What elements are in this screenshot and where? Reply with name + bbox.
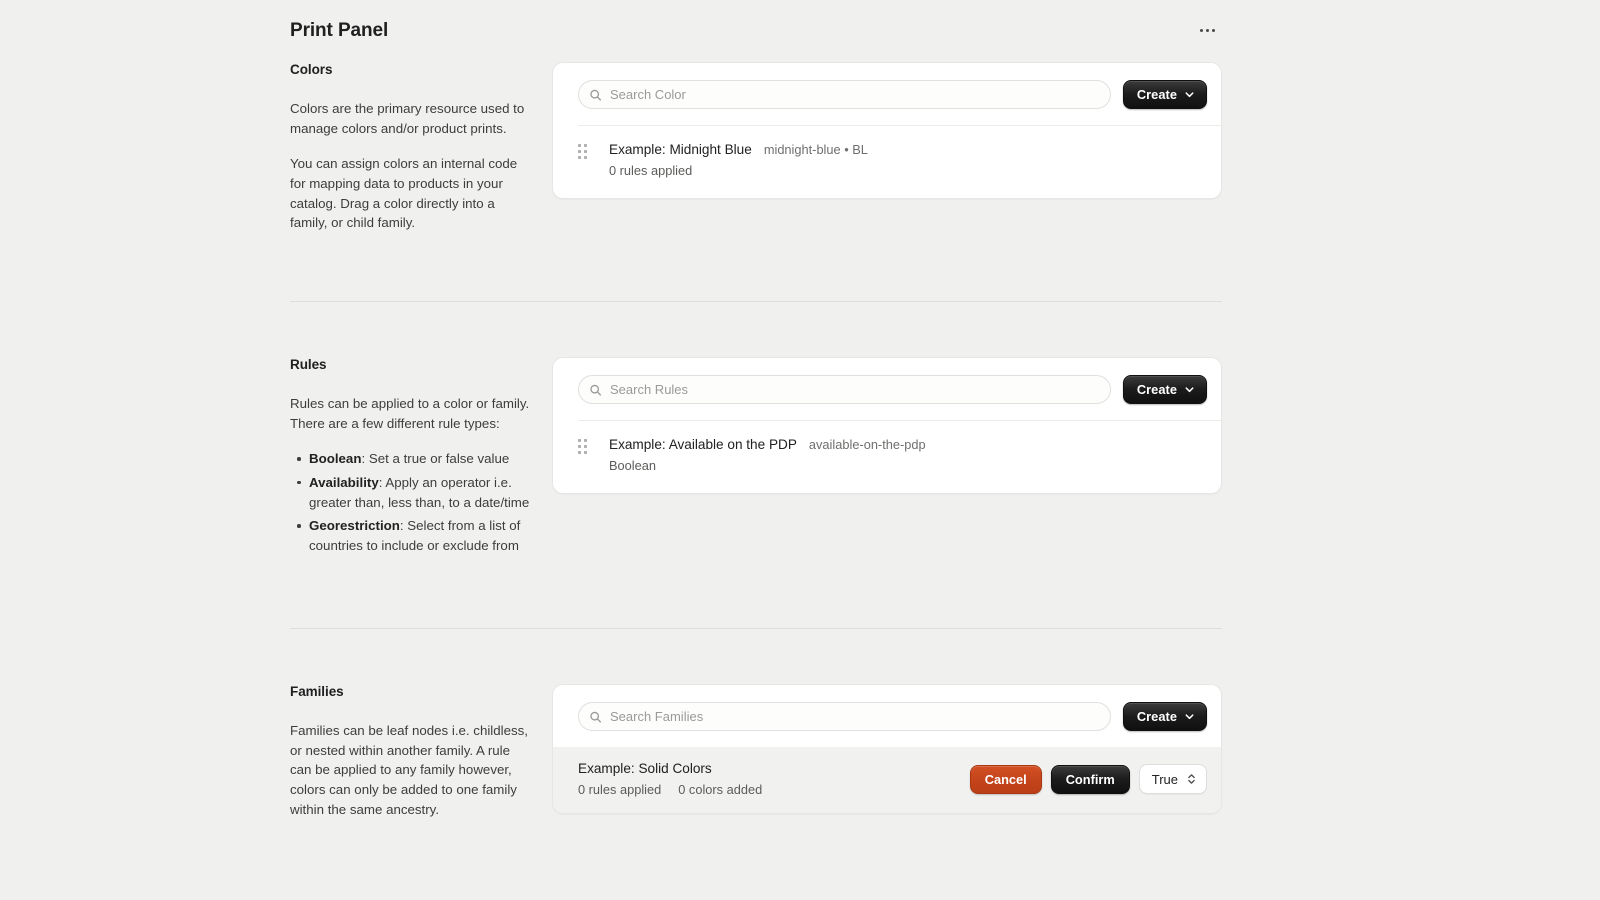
search-input-families[interactable] xyxy=(578,702,1111,731)
family-rules-count: 0 rules applied xyxy=(578,782,662,797)
section-rules-title: Rules xyxy=(290,357,327,372)
create-button-colors-label: Create xyxy=(1136,87,1177,102)
colors-card: Create Example: xyxy=(552,62,1222,199)
families-card: Create Example: Solid Colors xyxy=(552,684,1222,814)
create-button-rules[interactable]: Create xyxy=(1122,375,1207,404)
cancel-button[interactable]: Cancel xyxy=(969,764,1042,794)
color-name: Example: Midnight Blue xyxy=(609,142,752,157)
colors-row-secondary: 0 rules applied xyxy=(609,161,1207,180)
rules-row-body: Example: Available on the PDP available-… xyxy=(609,435,1207,475)
kebab-menu-icon[interactable] xyxy=(1192,17,1222,43)
colors-row-primary: Example: Midnight Blue midnight-blue • B… xyxy=(609,140,1207,159)
colors-row-body: Example: Midnight Blue midnight-blue • B… xyxy=(609,140,1207,180)
rule-type-term: Boolean xyxy=(309,451,362,467)
families-row-body: Example: Solid Colors 0 rules applied 0 … xyxy=(578,759,954,799)
list-item: Availability: Apply an operator i.e. gre… xyxy=(297,473,534,512)
table-row[interactable]: Example: Midnight Blue midnight-blue • B… xyxy=(553,126,1221,198)
list-item: Boolean: Set a true or false value xyxy=(297,449,534,469)
families-search xyxy=(578,702,1111,731)
confirm-button[interactable]: Confirm xyxy=(1050,764,1130,794)
rule-type-term: Georestriction xyxy=(309,518,400,534)
rules-card: Create Example: xyxy=(552,357,1222,494)
families-card-wrapper: Create Example: Solid Colors xyxy=(552,684,1222,819)
families-row-primary: Example: Solid Colors xyxy=(578,759,954,778)
rule-slug: available-on-the-pdp xyxy=(808,437,926,452)
section-rules-description: Rules Rules can be applied to a color or… xyxy=(290,357,552,559)
rule-name: Example: Available on the PDP xyxy=(609,437,797,452)
chevron-down-icon xyxy=(1184,89,1195,100)
section-families-description: Families Families can be leaf nodes i.e.… xyxy=(290,684,552,819)
chevron-down-icon xyxy=(1184,711,1195,722)
rules-row-secondary: Boolean xyxy=(609,456,1207,475)
create-button-families[interactable]: Create xyxy=(1122,702,1207,731)
table-row[interactable]: Example: Available on the PDP available-… xyxy=(553,421,1221,493)
print-panel-page: Print Panel Colors Colors are the primar… xyxy=(0,0,1600,900)
families-row-secondary: 0 rules applied 0 colors added xyxy=(578,780,954,799)
section-separator-2 xyxy=(290,628,1222,629)
page-title: Print Panel xyxy=(290,19,389,41)
kebab-dot xyxy=(1199,28,1203,32)
colors-search xyxy=(578,80,1111,109)
families-toolbar: Create xyxy=(553,685,1221,747)
page-header: Print Panel xyxy=(290,14,1222,46)
rule-type-desc: : Set a true or false value xyxy=(361,451,510,467)
rules-card-wrapper: Create Example: xyxy=(552,357,1222,559)
boolean-value-label: True xyxy=(1151,771,1178,787)
section-rules: Rules Rules can be applied to a color or… xyxy=(290,357,1222,559)
color-rules-count: 0 rules applied xyxy=(609,163,693,178)
section-colors-paragraph-1: Colors are the primary resource used to … xyxy=(290,101,525,136)
rule-types-list: Boolean: Set a true or false value Avail… xyxy=(290,449,534,555)
table-row[interactable]: Example: Solid Colors 0 rules applied 0 … xyxy=(553,747,1221,813)
section-colors-description: Colors Colors are the primary resource u… xyxy=(290,62,552,233)
drag-handle-icon[interactable] xyxy=(578,439,587,454)
colors-card-wrapper: Create Example: xyxy=(552,62,1222,233)
section-separator-1 xyxy=(290,301,1222,302)
create-button-rules-label: Create xyxy=(1136,382,1177,397)
section-families-title: Families xyxy=(290,684,344,699)
search-input-rules[interactable] xyxy=(578,375,1111,404)
create-button-colors[interactable]: Create xyxy=(1122,80,1207,109)
section-colors: Colors Colors are the primary resource u… xyxy=(290,62,1222,233)
list-item: Georestriction: Select from a list of co… xyxy=(297,516,534,555)
section-families-paragraph-1: Families can be leaf nodes i.e. childles… xyxy=(290,723,528,817)
rule-type: Boolean xyxy=(609,458,656,473)
kebab-dot xyxy=(1205,28,1209,32)
section-colors-title: Colors xyxy=(290,62,333,77)
color-slug: midnight-blue • BL xyxy=(763,142,868,157)
kebab-dot xyxy=(1211,28,1215,32)
rule-type-term: Availability xyxy=(309,474,379,490)
family-name: Example: Solid Colors xyxy=(578,761,712,776)
family-colors-count: 0 colors added xyxy=(678,782,763,797)
families-row-actions: Cancel Confirm True xyxy=(969,764,1207,794)
section-families: Families Families can be leaf nodes i.e.… xyxy=(290,684,1222,819)
chevron-up-down-icon xyxy=(1186,772,1197,786)
chevron-down-icon xyxy=(1184,384,1195,395)
section-colors-paragraph-2: You can assign colors an internal code f… xyxy=(290,156,518,231)
rules-row-primary: Example: Available on the PDP available-… xyxy=(609,435,1207,454)
rules-search xyxy=(578,375,1111,404)
rules-toolbar: Create xyxy=(553,358,1221,420)
search-input-colors[interactable] xyxy=(578,80,1111,109)
create-button-families-label: Create xyxy=(1136,709,1177,724)
section-rules-paragraph-1: Rules can be applied to a color or famil… xyxy=(290,396,530,431)
drag-handle-icon[interactable] xyxy=(578,144,587,159)
colors-toolbar: Create xyxy=(553,63,1221,125)
boolean-value-select[interactable]: True xyxy=(1138,764,1207,794)
